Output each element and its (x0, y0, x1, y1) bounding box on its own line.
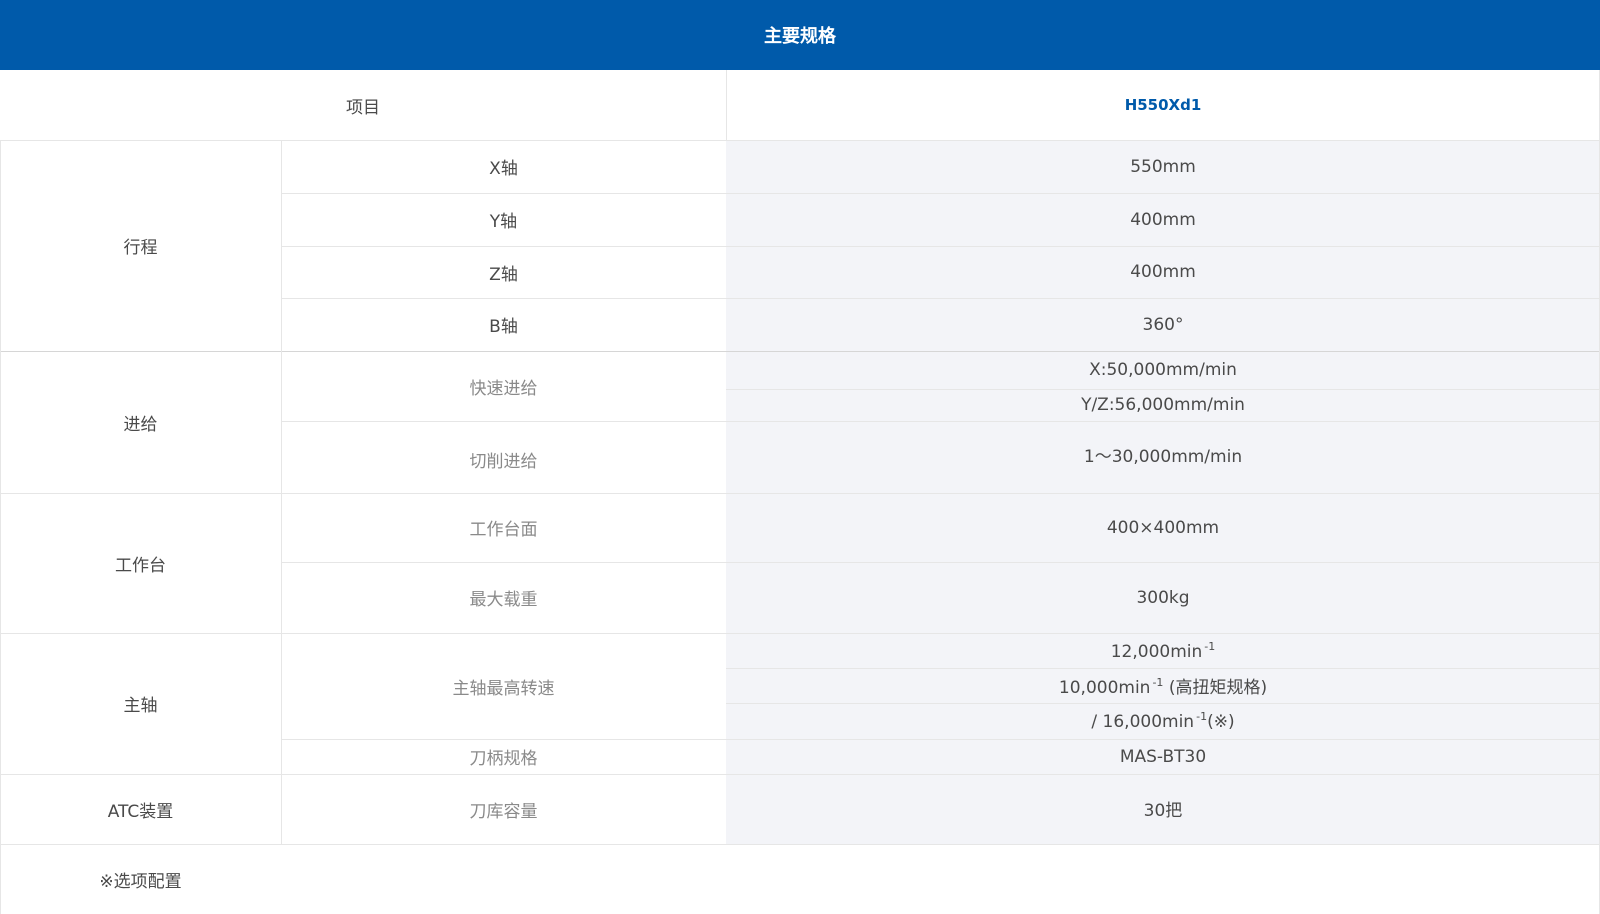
row-divider (0, 774, 1600, 775)
tool-magazine-value-cell: 30把 (726, 774, 1600, 844)
tool-holder-value-cell: MAS-BT30 (726, 739, 1600, 774)
row-divider (0, 633, 1600, 634)
travel-z-label: Z轴 (489, 264, 518, 285)
tool-magazine-label: 刀库容量 (469, 801, 538, 822)
worktable-group-label: 工作台 (115, 555, 166, 576)
row-divider (0, 351, 1600, 352)
travel-y-value: 400mm (1130, 209, 1196, 230)
item-header-cell: 项目 (0, 70, 726, 140)
spindle-speed-line1: 12,000min -1 (1110, 639, 1216, 662)
rapid-feed-label: 快速进给 (469, 378, 538, 399)
column-divider (281, 140, 282, 844)
footnote-cell: ※选项配置 (0, 844, 281, 914)
travel-x-value-cell: 550mm (726, 140, 1600, 193)
travel-x-label-cell: X轴 (281, 140, 726, 193)
row-divider (281, 193, 1600, 194)
travel-b-value: 360° (1142, 314, 1184, 335)
travel-b-label: B轴 (489, 317, 518, 337)
max-load-label: 最大载重 (469, 590, 538, 610)
travel-x-value: 550mm (1130, 156, 1196, 177)
table-surface-label-cell: 工作台面 (281, 493, 726, 562)
row-divider (726, 668, 1600, 669)
spindle-speed-line2: 10,000min -1 (高扭矩规格) (1058, 676, 1268, 698)
spec-title: 主要规格 (764, 26, 836, 47)
row-divider (281, 298, 1600, 299)
cutting-feed-value-cell: 1～30,000mm/min (726, 421, 1600, 493)
model-header-cell: H550Xd1 (726, 70, 1600, 140)
tool-holder-label: 刀柄规格 (469, 749, 538, 769)
travel-group-cell: 行程 (0, 140, 281, 351)
spindle-group-cell: 主轴 (0, 633, 281, 774)
column-divider (726, 70, 727, 140)
rapid-feed-label-cell: 快速进给 (281, 351, 726, 421)
rapid-feed-x-cell: X:50,000mm/min (726, 351, 1600, 389)
travel-b-label-cell: B轴 (281, 298, 726, 351)
column-divider (0, 140, 1, 914)
row-divider (0, 493, 1600, 494)
item-header-label: 项目 (346, 97, 380, 118)
table-surface-label: 工作台面 (469, 520, 538, 540)
travel-z-label-cell: Z轴 (281, 246, 726, 298)
spindle-speed-line1-cell: 12,000min -1 (726, 633, 1600, 668)
row-divider (281, 739, 1600, 740)
spec-title-bar: 主要规格 (0, 0, 1600, 70)
atc-group-cell: ATC装置 (0, 774, 281, 844)
cutting-feed-label: 切削进给 (469, 451, 538, 472)
spindle-speed-label: 主轴最高转速 (452, 678, 555, 699)
atc-group-label: ATC装置 (107, 801, 174, 822)
cutting-feed-value: 1～30,000mm/min (1083, 447, 1243, 467)
travel-b-value-cell: 360° (726, 298, 1600, 351)
travel-y-value-cell: 400mm (726, 193, 1600, 246)
travel-z-value: 400mm (1130, 262, 1196, 282)
tool-magazine-label-cell: 刀库容量 (281, 774, 726, 844)
table-surface-value: 400×400mm (1106, 517, 1220, 538)
worktable-group-cell: 工作台 (0, 493, 281, 633)
rapid-feed-x-value: X:50,000mm/min (1089, 360, 1237, 380)
table-surface-value-cell: 400×400mm (726, 493, 1600, 562)
travel-x-label: X轴 (489, 159, 518, 179)
row-divider (0, 844, 1600, 845)
travel-y-label-cell: Y轴 (281, 193, 726, 246)
row-divider (726, 389, 1600, 390)
tool-holder-label-cell: 刀柄规格 (281, 739, 726, 774)
travel-y-label: Y轴 (489, 212, 518, 232)
row-divider (281, 246, 1600, 247)
row-divider (281, 421, 1600, 422)
tool-magazine-value: 30把 (1143, 801, 1183, 821)
rapid-feed-yz-value: Y/Z:56,000mm/min (1081, 395, 1245, 415)
spindle-speed-label-cell: 主轴最高转速 (281, 633, 726, 739)
footnote-text: ※选项配置 (99, 871, 182, 892)
tool-holder-value: MAS-BT30 (1119, 746, 1207, 767)
rapid-feed-yz-cell: Y/Z:56,000mm/min (726, 389, 1600, 421)
spindle-speed-line2-cell: 10,000min -1 (高扭矩规格) (726, 668, 1600, 703)
row-divider (0, 140, 1600, 141)
max-load-value: 300kg (1136, 587, 1190, 608)
spindle-speed-line3-cell: / 16,000min -1(※) (726, 703, 1600, 739)
row-divider (281, 562, 1600, 563)
max-load-value-cell: 300kg (726, 562, 1600, 633)
spindle-speed-line3: / 16,000min -1(※) (1091, 710, 1235, 732)
row-divider (726, 703, 1600, 704)
cutting-feed-label-cell: 切削进给 (281, 421, 726, 493)
feed-group-cell: 进给 (0, 351, 281, 493)
travel-group-label: 行程 (123, 238, 158, 258)
travel-z-value-cell: 400mm (726, 246, 1600, 298)
spec-page: 主要规格 项目 H550Xd1 行程 X轴 550mm Y轴 400mm Z轴 … (0, 0, 1600, 914)
spindle-group-label: 主轴 (123, 696, 158, 716)
max-load-label-cell: 最大载重 (281, 562, 726, 633)
model-name: H550Xd1 (1124, 96, 1202, 114)
feed-group-label: 进给 (123, 414, 158, 435)
